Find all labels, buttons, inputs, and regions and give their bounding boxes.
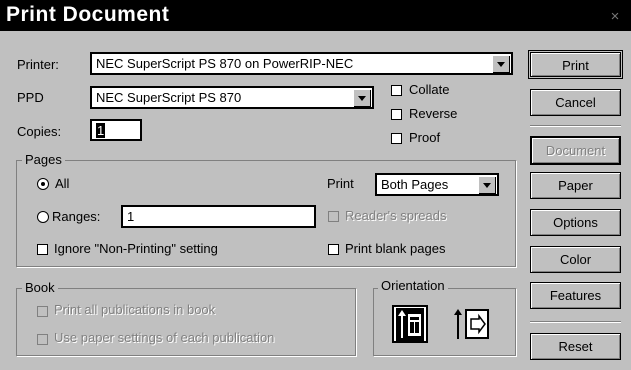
print-pages-label: Print bbox=[327, 176, 354, 191]
reset-button-label: Reset bbox=[558, 339, 593, 354]
ignore-nonprinting-checkbox[interactable] bbox=[37, 244, 48, 255]
all-radio[interactable] bbox=[37, 178, 49, 190]
cancel-button-label: Cancel bbox=[555, 95, 596, 110]
landscape-orientation-icon bbox=[454, 309, 489, 339]
ignore-nonprinting-label: Ignore "Non-Printing" setting bbox=[54, 241, 218, 256]
options-button-label: Options bbox=[553, 215, 598, 230]
ppd-label: PPD bbox=[17, 90, 44, 105]
readers-spreads-label: Reader's spreads bbox=[345, 208, 447, 223]
button-divider bbox=[530, 321, 621, 322]
printer-dropdown[interactable]: NEC SuperScript PS 870 on PowerRIP-NEC bbox=[90, 52, 513, 75]
orientation-group-title: Orientation bbox=[378, 278, 448, 293]
landscape-orientation-button[interactable] bbox=[453, 305, 491, 343]
color-button-label: Color bbox=[559, 252, 592, 267]
document-button-label: Document bbox=[545, 143, 606, 158]
all-label: All bbox=[55, 176, 70, 191]
ranges-value: 1 bbox=[127, 209, 135, 224]
copies-input[interactable]: 1 bbox=[90, 119, 142, 141]
print-button-label: Print bbox=[562, 58, 589, 73]
pages-group-title: Pages bbox=[22, 152, 65, 167]
chevron-down-icon[interactable] bbox=[353, 89, 371, 107]
ranges-label: Ranges: bbox=[52, 209, 101, 224]
print-blank-checkbox[interactable] bbox=[328, 244, 339, 255]
color-button[interactable]: Color bbox=[530, 246, 621, 273]
features-button[interactable]: Features bbox=[530, 282, 621, 309]
printer-label: Printer: bbox=[17, 57, 59, 72]
collate-checkbox[interactable] bbox=[391, 85, 402, 96]
print-all-publications-label: Print all publications in book bbox=[54, 302, 216, 317]
proof-checkbox[interactable] bbox=[391, 133, 402, 144]
chevron-down-icon[interactable] bbox=[492, 55, 510, 73]
cancel-button[interactable]: Cancel bbox=[530, 89, 621, 116]
book-group bbox=[16, 288, 356, 356]
portrait-orientation-icon bbox=[396, 308, 424, 342]
ranges-input[interactable]: 1 bbox=[121, 205, 316, 228]
ranges-radio[interactable] bbox=[37, 211, 49, 223]
title-bar[interactable]: Print Document × bbox=[0, 0, 631, 31]
close-icon[interactable]: × bbox=[605, 9, 625, 25]
options-button[interactable]: Options bbox=[530, 209, 621, 236]
print-pages-dropdown[interactable]: Both Pages bbox=[375, 173, 499, 196]
print-pages-value: Both Pages bbox=[381, 177, 449, 192]
paper-button[interactable]: Paper bbox=[530, 172, 621, 199]
ppd-dropdown[interactable]: NEC SuperScript PS 870 bbox=[90, 86, 374, 109]
print-all-publications-checkbox[interactable] bbox=[37, 306, 48, 317]
reverse-label: Reverse bbox=[409, 106, 458, 121]
print-blank-label: Print blank pages bbox=[345, 241, 446, 256]
portrait-orientation-button[interactable] bbox=[392, 305, 428, 343]
reset-button[interactable]: Reset bbox=[530, 333, 621, 360]
print-button[interactable]: Print bbox=[530, 52, 621, 77]
features-button-label: Features bbox=[549, 288, 602, 303]
ppd-value: NEC SuperScript PS 870 bbox=[96, 90, 242, 105]
paper-button-label: Paper bbox=[558, 178, 593, 193]
printer-value: NEC SuperScript PS 870 on PowerRIP-NEC bbox=[96, 56, 354, 71]
button-divider bbox=[530, 125, 621, 126]
book-group-title: Book bbox=[22, 280, 58, 295]
copies-label: Copies: bbox=[17, 124, 62, 139]
document-button[interactable]: Document bbox=[530, 136, 621, 165]
copies-value: 1 bbox=[96, 123, 106, 138]
proof-label: Proof bbox=[409, 130, 441, 145]
collate-label: Collate bbox=[409, 82, 450, 97]
window-title: Print Document bbox=[6, 3, 170, 26]
use-paper-settings-label: Use paper settings of each publication bbox=[54, 330, 275, 345]
reverse-checkbox[interactable] bbox=[391, 109, 402, 120]
use-paper-settings-checkbox[interactable] bbox=[37, 334, 48, 345]
readers-spreads-checkbox[interactable] bbox=[328, 211, 339, 222]
chevron-down-icon[interactable] bbox=[478, 176, 496, 194]
